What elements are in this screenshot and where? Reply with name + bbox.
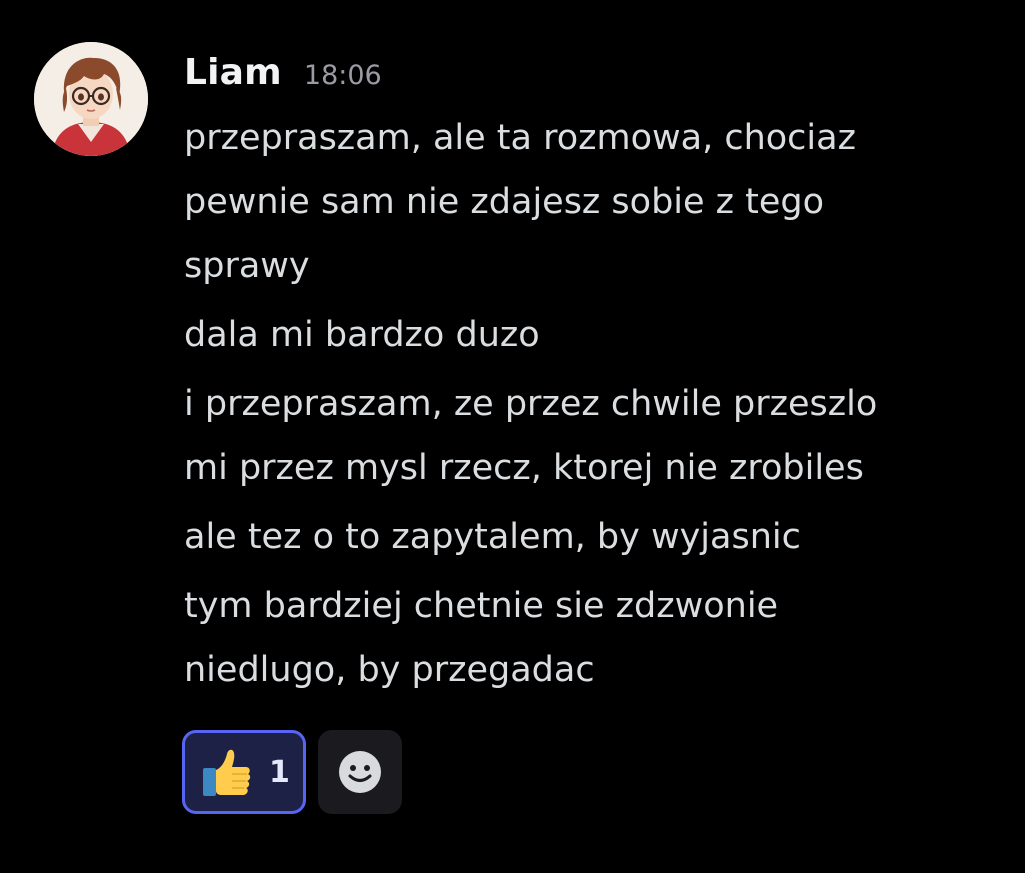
message-header: Liam 18:06: [184, 52, 382, 93]
message-timestamp: 18:06: [303, 60, 382, 91]
avatar-icon: [34, 42, 148, 156]
author-name[interactable]: Liam: [184, 52, 282, 93]
message-line: tym bardziej chetnie sie zdzwonie niedlug…: [184, 586, 779, 690]
smiley-icon: [339, 751, 381, 793]
message-line: i przepraszam, ze przez chwile przeszlo m…: [184, 384, 878, 488]
thumbs-up-reaction[interactable]: 1: [182, 730, 306, 814]
reaction-count: 1: [269, 754, 290, 790]
message-line: przepraszam, ale ta rozmowa, chociaz pewn…: [184, 118, 856, 286]
message-line: dala mi bardzo duzo: [184, 315, 540, 355]
add-reaction-button[interactable]: [318, 730, 402, 814]
thumbs-up-icon: [203, 749, 251, 796]
avatar[interactable]: [34, 42, 148, 156]
message-line: ale tez o to zapytalem, by wyjasnic: [184, 517, 801, 557]
message-body: przepraszam, ale ta rozmowa, chociaz pewn…: [184, 106, 1004, 707]
reactions-bar: 1: [182, 730, 402, 814]
